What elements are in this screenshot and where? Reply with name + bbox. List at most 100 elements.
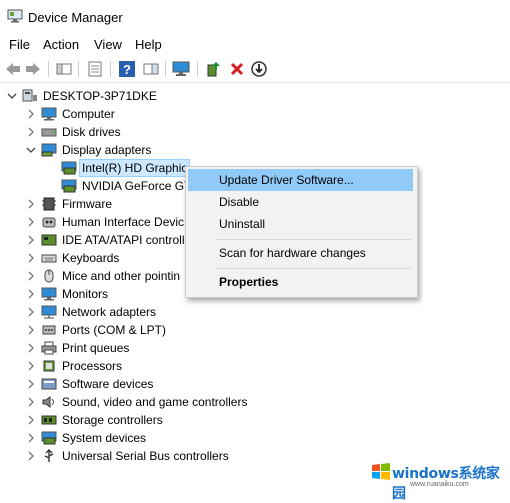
tree-item-label: System devices (62, 431, 147, 445)
chevron-right-icon[interactable] (25, 432, 37, 444)
menu-separator (217, 239, 411, 240)
menu-update-driver-software[interactable]: Update Driver Software... (188, 169, 413, 191)
processor-icon (41, 359, 57, 373)
tree-category-sound-video-and-game-controllers[interactable]: Sound, video and game controllers (25, 393, 247, 411)
show-hide-tree-icon[interactable] (55, 60, 73, 78)
chevron-right-icon[interactable] (25, 126, 37, 138)
tree-item-label: Keyboards (62, 251, 120, 265)
uninstall-x-icon[interactable] (228, 60, 246, 78)
tree-item-label: Firmware (62, 197, 112, 211)
tree-category-display-adapters[interactable]: Display adapters (25, 141, 151, 159)
action-pane-icon[interactable] (142, 60, 160, 78)
chevron-right-icon[interactable] (25, 324, 37, 336)
tree-root[interactable]: DESKTOP-3P71DKE (6, 87, 157, 105)
chevron-right-icon[interactable] (25, 288, 37, 300)
chevron-down-icon[interactable] (6, 90, 18, 102)
tree-item-label: Storage controllers (62, 413, 163, 427)
toolbar-separator (48, 61, 49, 77)
tree-category-network-adapters[interactable]: Network adapters (25, 303, 156, 321)
tree-category-computer[interactable]: Computer (25, 105, 115, 123)
title-bar: Device Manager (0, 0, 510, 32)
tree-item-label: Display adapters (62, 143, 152, 157)
forward-arrow-icon[interactable] (24, 60, 42, 78)
scan-download-icon[interactable] (250, 60, 268, 78)
printer-icon (41, 341, 57, 355)
display-adapter-icon (41, 143, 57, 157)
watermark-url: www.ruanaiku.com (410, 481, 469, 488)
tree-item-label: Computer (62, 107, 115, 121)
chevron-down-icon[interactable] (25, 144, 37, 156)
tree-item-label: Mice and other pointin (62, 269, 181, 283)
tree-category-firmware[interactable]: Firmware (25, 195, 112, 213)
toolbar-separator (110, 61, 111, 77)
keyboard-icon (41, 251, 57, 265)
monitor-icon (41, 287, 57, 301)
tree-category-processors[interactable]: Processors (25, 357, 122, 375)
svg-text:?: ? (123, 62, 131, 77)
update-driver-icon[interactable] (204, 60, 222, 78)
help-icon[interactable]: ? (118, 60, 136, 78)
chevron-right-icon[interactable] (25, 234, 37, 246)
tree-category-software-devices[interactable]: Software devices (25, 375, 153, 393)
properties-icon[interactable] (86, 60, 104, 78)
tree-category-ports-com-lpt[interactable]: Ports (COM & LPT) (25, 321, 166, 339)
chevron-right-icon[interactable] (25, 216, 37, 228)
menu-properties[interactable]: Properties (188, 271, 413, 293)
display-card-icon (61, 179, 77, 193)
tree-item-label: Software devices (62, 377, 154, 391)
usb-icon (41, 449, 57, 463)
menu-view[interactable]: View (94, 37, 122, 52)
speaker-icon (41, 395, 57, 409)
tree-device-item[interactable]: NVIDIA GeForce GT (45, 177, 191, 195)
storage-controller-icon (41, 413, 57, 427)
tree-category-human-interface-devic[interactable]: Human Interface Devic (25, 213, 184, 231)
chevron-right-icon[interactable] (25, 270, 37, 282)
menu-scan-hardware-changes[interactable]: Scan for hardware changes (188, 242, 413, 264)
tree-category-universal-serial-bus-controllers[interactable]: Universal Serial Bus controllers (25, 447, 229, 465)
tree-category-print-queues[interactable]: Print queues (25, 339, 129, 357)
menu-file[interactable]: File (9, 37, 30, 52)
tree-category-storage-controllers[interactable]: Storage controllers (25, 411, 163, 429)
tree-category-disk-drives[interactable]: Disk drives (25, 123, 121, 141)
tree-category-monitors[interactable]: Monitors (25, 285, 108, 303)
chevron-right-icon[interactable] (25, 342, 37, 354)
windows-logo-icon (372, 463, 390, 480)
tree-item-label: Sound, video and game controllers (62, 395, 248, 409)
chevron-right-icon[interactable] (25, 108, 37, 120)
firmware-icon (41, 197, 57, 211)
menu-uninstall[interactable]: Uninstall (188, 213, 413, 235)
tree-item-label: Human Interface Devic (62, 215, 185, 229)
ide-controller-icon (41, 233, 57, 247)
chevron-right-icon[interactable] (25, 306, 37, 318)
chevron-right-icon[interactable] (25, 414, 37, 426)
port-icon (41, 323, 57, 337)
tree-item-label: Print queues (62, 341, 130, 355)
chevron-right-icon[interactable] (25, 198, 37, 210)
menu-action[interactable]: Action (43, 37, 79, 52)
back-arrow-icon[interactable] (4, 60, 22, 78)
tree-category-keyboards[interactable]: Keyboards (25, 249, 119, 267)
system-device-icon (41, 431, 57, 445)
tree-item-label: Processors (62, 359, 123, 373)
menu-disable[interactable]: Disable (188, 191, 413, 213)
network-adapter-icon (41, 305, 57, 319)
computer-root-icon (22, 89, 38, 103)
context-menu: Update Driver Software... Disable Uninst… (185, 166, 418, 298)
chevron-right-icon[interactable] (25, 252, 37, 264)
chevron-right-icon[interactable] (25, 360, 37, 372)
chevron-right-icon[interactable] (25, 396, 37, 408)
computer-icon (41, 107, 57, 121)
toolbar-separator (165, 61, 166, 77)
tree-category-system-devices[interactable]: System devices (25, 429, 146, 447)
chevron-right-icon[interactable] (25, 450, 37, 462)
chevron-right-icon[interactable] (25, 378, 37, 390)
tree-category-ide-ata-atapi-controll[interactable]: IDE ATA/ATAPI controll (25, 231, 184, 249)
tree-root-label: DESKTOP-3P71DKE (43, 89, 157, 103)
menu-help[interactable]: Help (135, 37, 162, 52)
monitor-icon[interactable] (172, 60, 190, 78)
tree-device-item[interactable]: Intel(R) HD Graphic (45, 159, 191, 177)
toolbar-separator (78, 61, 79, 77)
toolbar: ? (0, 56, 510, 83)
display-card-icon (61, 161, 77, 175)
tree-category-mice-and-other-pointin[interactable]: Mice and other pointin (25, 267, 180, 285)
